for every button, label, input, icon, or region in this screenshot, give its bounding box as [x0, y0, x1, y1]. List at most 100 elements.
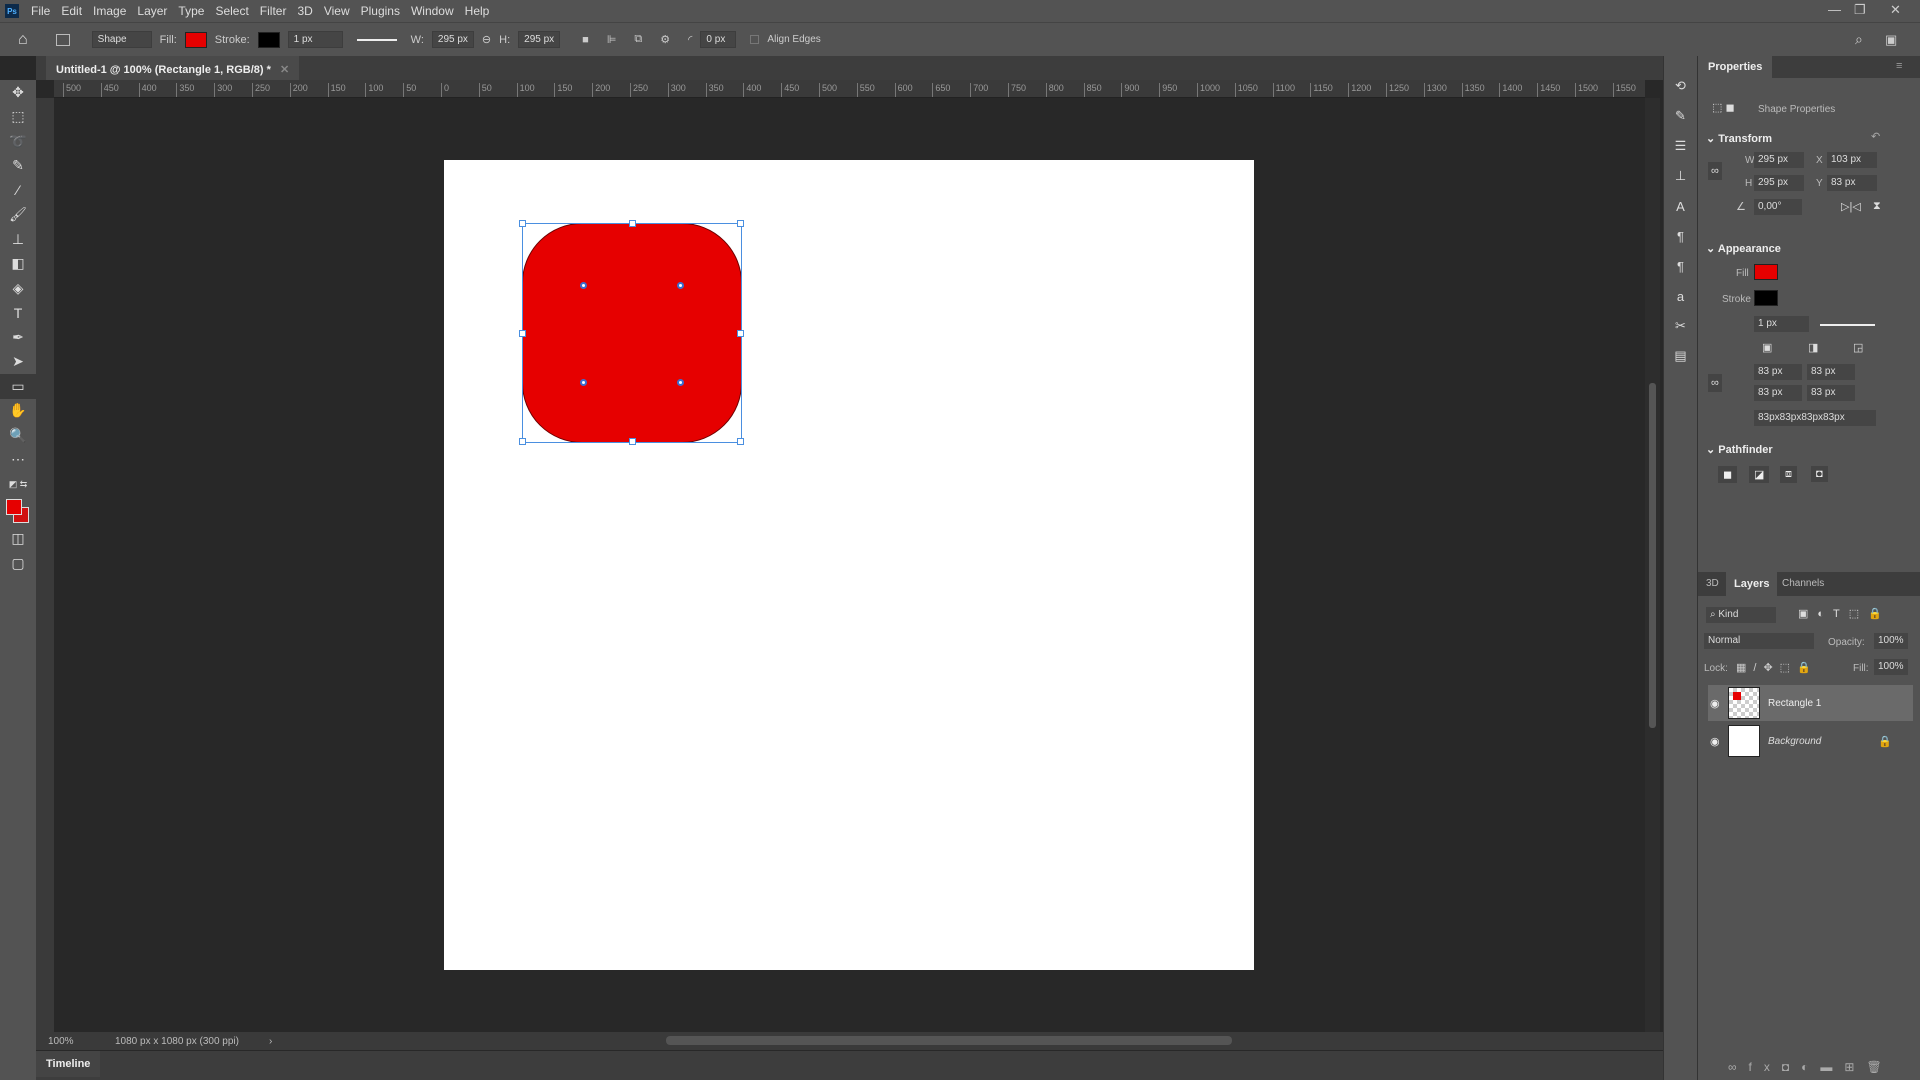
- paragraph-icon[interactable]: ¶: [1664, 221, 1697, 251]
- tool-preset-icon[interactable]: [55, 33, 70, 46]
- link-radii-icon[interactable]: ∞: [1708, 374, 1722, 392]
- blend-mode-select[interactable]: Normal: [1704, 633, 1814, 649]
- menu-window[interactable]: Window: [411, 4, 454, 18]
- corner-radius-handle[interactable]: [677, 379, 684, 386]
- corner-radius-handle[interactable]: [580, 379, 587, 386]
- layer-fill-input[interactable]: 100%: [1874, 659, 1908, 675]
- menu-view[interactable]: View: [324, 4, 350, 18]
- tab-channels[interactable]: Channels: [1782, 578, 1824, 589]
- reset-transform-icon[interactable]: ↶: [1871, 130, 1880, 143]
- transform-y-input[interactable]: 83 px: [1827, 175, 1877, 191]
- status-menu-arrow-icon[interactable]: ›: [269, 1036, 272, 1047]
- radius-bottom-left-input[interactable]: 83 px: [1754, 385, 1802, 401]
- corner-radius-handle[interactable]: [580, 282, 587, 289]
- lock-icon[interactable]: 🔒: [1878, 735, 1892, 748]
- zoom-level[interactable]: 100%: [48, 1036, 103, 1047]
- appearance-stroke-width[interactable]: 1 px: [1754, 316, 1809, 332]
- transform-x-input[interactable]: 103 px: [1827, 152, 1877, 168]
- clone-source-icon[interactable]: ⊥: [1664, 161, 1697, 191]
- history-icon[interactable]: ⟲: [1664, 71, 1697, 101]
- radius-top-right-input[interactable]: 83 px: [1807, 364, 1855, 380]
- fill-swatch[interactable]: [184, 31, 207, 48]
- handle-bottom[interactable]: [629, 438, 636, 445]
- scrollbar-thumb[interactable]: [1649, 383, 1656, 728]
- corner-radius-handle[interactable]: [677, 282, 684, 289]
- minimize-icon[interactable]: —: [1828, 2, 1841, 17]
- more-tools-icon[interactable]: ⋯: [0, 448, 36, 473]
- handle-bottom-right[interactable]: [737, 438, 744, 445]
- transform-height-input[interactable]: 295 px: [1754, 175, 1804, 191]
- brush-tool-icon[interactable]: 🖌: [0, 203, 36, 228]
- rotation-angle-input[interactable]: 0,00°: [1754, 199, 1802, 215]
- menu-layer[interactable]: Layer: [137, 4, 167, 18]
- menu-select[interactable]: Select: [215, 4, 248, 18]
- quick-select-tool-icon[interactable]: ✎: [0, 154, 36, 179]
- align-edges-checkbox[interactable]: [750, 35, 760, 44]
- search-icon[interactable]: ⌕: [1855, 31, 1863, 48]
- handle-top-right[interactable]: [737, 220, 744, 227]
- default-colors-icon[interactable]: ◩ ⇆: [0, 472, 36, 497]
- layer-filter-icons[interactable]: ▣◐T⬚🔒: [1798, 607, 1891, 620]
- appearance-section-header[interactable]: ⌄ Appearance: [1706, 242, 1781, 255]
- document-tab[interactable]: Untitled-1 @ 100% (Rectangle 1, RGB/8) *…: [46, 56, 300, 80]
- menu-edit[interactable]: Edit: [61, 4, 82, 18]
- pathfinder-section-header[interactable]: ⌄ Pathfinder: [1706, 443, 1773, 456]
- flip-horizontal-icon[interactable]: ▷|◁: [1841, 200, 1861, 213]
- eraser-tool-icon[interactable]: ◧: [0, 252, 36, 277]
- menu-filter[interactable]: Filter: [260, 4, 287, 18]
- stroke-style-select[interactable]: [1820, 324, 1875, 326]
- transform-bounding-box[interactable]: [519, 220, 744, 445]
- color-swatches[interactable]: [0, 497, 36, 527]
- layer-row-background[interactable]: ◉ Background 🔒: [1708, 723, 1913, 759]
- tab-3d[interactable]: 3D: [1706, 578, 1719, 589]
- close-window-icon[interactable]: ✕: [1890, 2, 1901, 18]
- path-alignment-icon[interactable]: ⊫: [607, 33, 617, 46]
- stroke-swatch[interactable]: [257, 31, 280, 48]
- marquee-tool-icon[interactable]: ⬚: [0, 105, 36, 130]
- link-icon[interactable]: ⊖: [482, 33, 491, 46]
- layers-footer-icons[interactable]: ∞fx◘◐▬⊞🗑: [1728, 1060, 1894, 1074]
- brush-settings-icon[interactable]: ✎: [1664, 101, 1697, 131]
- appearance-fill-swatch[interactable]: [1754, 264, 1778, 280]
- radius-bottom-right-input[interactable]: 83 px: [1807, 385, 1855, 401]
- appearance-stroke-swatch[interactable]: [1754, 290, 1778, 306]
- stroke-corners-icon[interactable]: ◲: [1853, 341, 1863, 354]
- layer-filter-select[interactable]: ⌕ Kind: [1706, 607, 1776, 623]
- handle-top-left[interactable]: [519, 220, 526, 227]
- menu-file[interactable]: File: [31, 4, 50, 18]
- height-input[interactable]: 295 px: [518, 31, 561, 48]
- subtract-shape-icon[interactable]: ◪: [1749, 466, 1770, 483]
- tools-icon[interactable]: ✂: [1664, 311, 1697, 341]
- path-arrangement-icon[interactable]: ⧉: [634, 33, 642, 46]
- close-tab-icon[interactable]: ✕: [280, 64, 289, 76]
- radii-combined-input[interactable]: 83px83px83px83px: [1754, 410, 1876, 426]
- menu-type[interactable]: Type: [178, 4, 204, 18]
- menu-3d[interactable]: 3D: [297, 4, 312, 18]
- lasso-tool-icon[interactable]: ➰: [0, 129, 36, 154]
- handle-right[interactable]: [737, 330, 744, 337]
- character-icon[interactable]: A: [1664, 191, 1697, 221]
- handle-left[interactable]: [519, 330, 526, 337]
- visibility-eye-icon[interactable]: ◉: [1710, 735, 1720, 748]
- handle-top[interactable]: [629, 220, 636, 227]
- layer-name[interactable]: Rectangle 1: [1768, 698, 1821, 709]
- horizontal-scrollbar[interactable]: [666, 1036, 1232, 1045]
- workspace-icon[interactable]: ▣: [1885, 32, 1897, 48]
- gradient-tool-icon[interactable]: ◈: [0, 276, 36, 301]
- opacity-input[interactable]: 100%: [1874, 633, 1908, 649]
- path-select-tool-icon[interactable]: ➤: [0, 350, 36, 375]
- transform-section-header[interactable]: ⌄ Transform: [1706, 132, 1772, 145]
- eyedropper-tool-icon[interactable]: ⁄: [0, 178, 36, 203]
- zoom-tool-icon[interactable]: 🔍: [0, 423, 36, 448]
- panel-menu-icon[interactable]: ≡: [1896, 60, 1902, 72]
- menu-plugins[interactable]: Plugins: [361, 4, 400, 18]
- screen-mode-icon[interactable]: ▢: [0, 551, 36, 576]
- quick-mask-icon[interactable]: ◫: [0, 527, 36, 552]
- move-tool-icon[interactable]: ✥: [0, 80, 36, 105]
- timeline-tab[interactable]: Timeline: [36, 1051, 101, 1077]
- glyphs-icon[interactable]: a: [1664, 281, 1697, 311]
- intersect-shapes-icon[interactable]: ⧈: [1780, 466, 1797, 483]
- corner-radius-input[interactable]: 0 px: [700, 31, 737, 48]
- restore-icon[interactable]: ❐: [1854, 2, 1866, 18]
- handle-bottom-left[interactable]: [519, 438, 526, 445]
